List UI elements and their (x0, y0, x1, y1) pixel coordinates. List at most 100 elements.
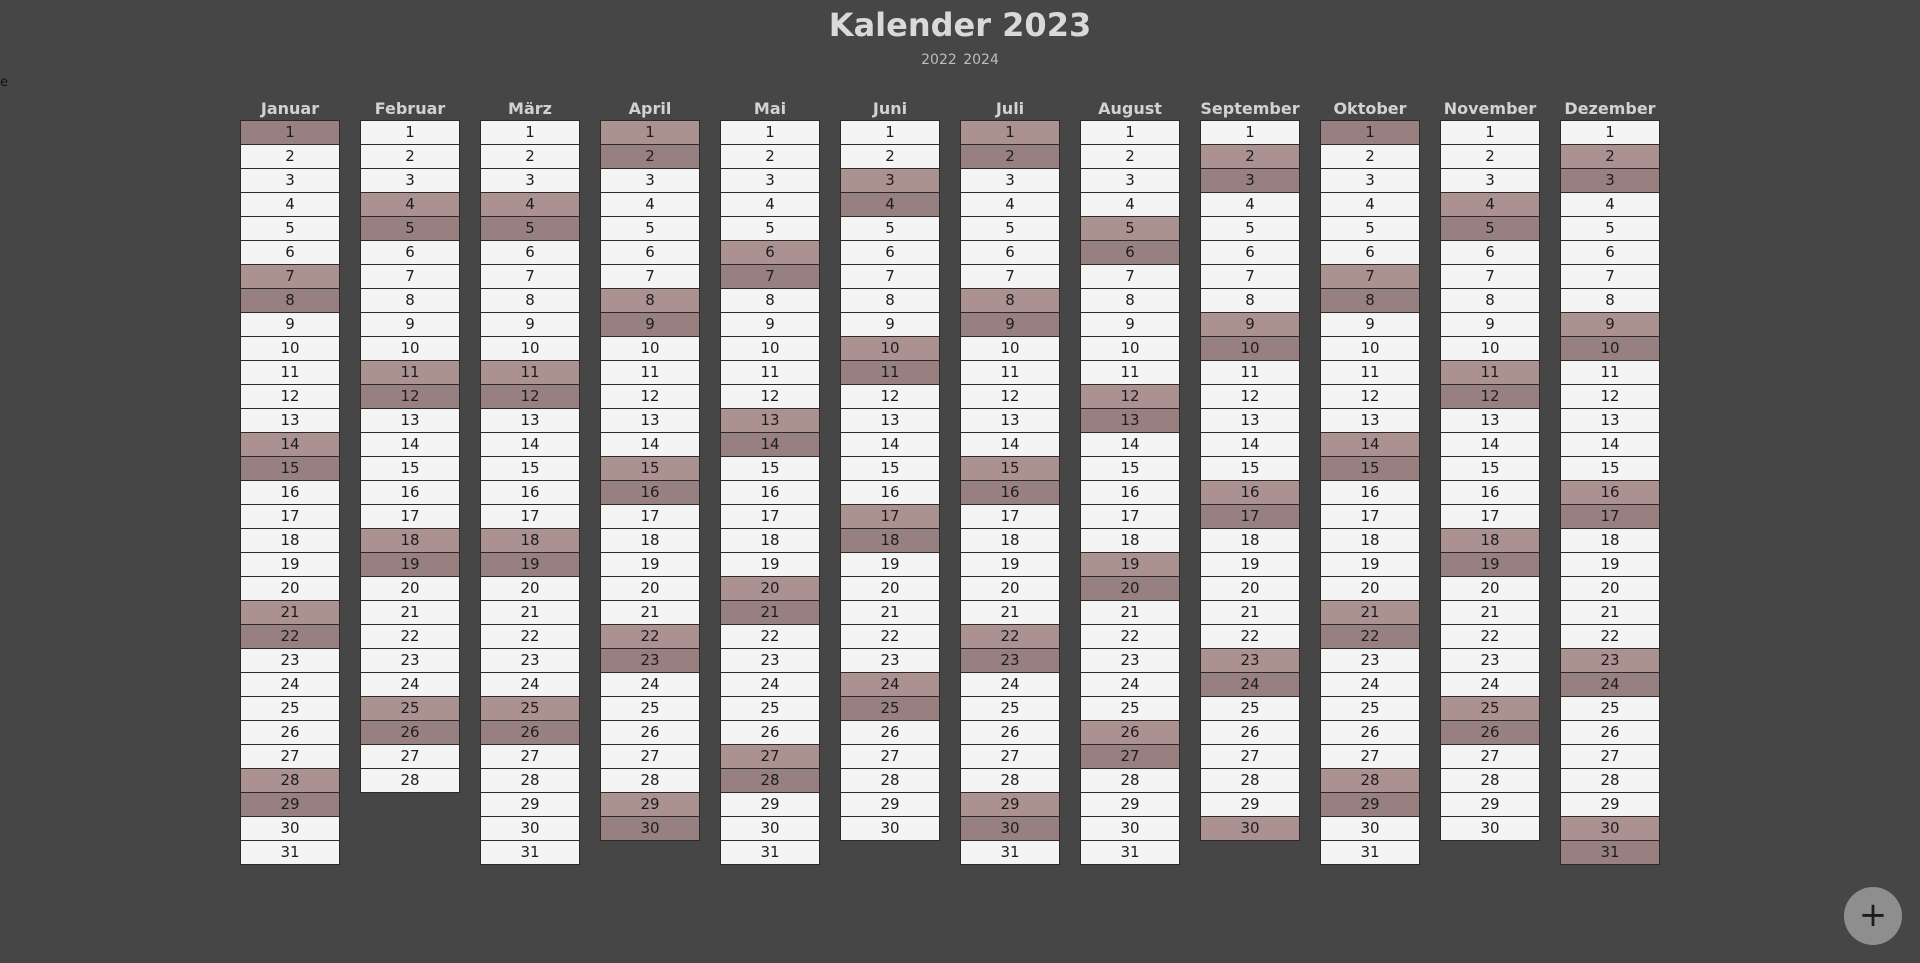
day-cell[interactable]: 2 (240, 145, 340, 169)
day-cell[interactable]: 4 (600, 193, 700, 217)
day-cell[interactable]: 22 (1440, 625, 1540, 649)
day-cell[interactable]: 25 (480, 697, 580, 721)
day-cell[interactable]: 9 (600, 313, 700, 337)
day-cell[interactable]: 23 (1080, 649, 1180, 673)
day-cell[interactable]: 21 (600, 601, 700, 625)
day-cell[interactable]: 8 (480, 289, 580, 313)
day-cell[interactable]: 19 (1320, 553, 1420, 577)
day-cell[interactable]: 31 (1560, 841, 1660, 865)
day-cell[interactable]: 18 (960, 529, 1060, 553)
day-cell[interactable]: 21 (720, 601, 820, 625)
day-cell[interactable]: 18 (1320, 529, 1420, 553)
day-cell[interactable]: 18 (600, 529, 700, 553)
day-cell[interactable]: 25 (240, 697, 340, 721)
day-cell[interactable]: 10 (1320, 337, 1420, 361)
day-cell[interactable]: 28 (600, 769, 700, 793)
day-cell[interactable]: 27 (1200, 745, 1300, 769)
day-cell[interactable]: 31 (720, 841, 820, 865)
day-cell[interactable]: 18 (1080, 529, 1180, 553)
day-cell[interactable]: 27 (1320, 745, 1420, 769)
day-cell[interactable]: 15 (840, 457, 940, 481)
day-cell[interactable]: 1 (720, 121, 820, 145)
day-cell[interactable]: 26 (960, 721, 1060, 745)
day-cell[interactable]: 20 (1560, 577, 1660, 601)
day-cell[interactable]: 21 (1200, 601, 1300, 625)
day-cell[interactable]: 24 (1080, 673, 1180, 697)
day-cell[interactable]: 11 (360, 361, 460, 385)
day-cell[interactable]: 25 (360, 697, 460, 721)
day-cell[interactable]: 1 (840, 121, 940, 145)
day-cell[interactable]: 18 (360, 529, 460, 553)
day-cell[interactable]: 19 (720, 553, 820, 577)
day-cell[interactable]: 4 (1440, 193, 1540, 217)
day-cell[interactable]: 6 (1440, 241, 1540, 265)
day-cell[interactable]: 21 (960, 601, 1060, 625)
day-cell[interactable]: 7 (600, 265, 700, 289)
day-cell[interactable]: 10 (960, 337, 1060, 361)
day-cell[interactable]: 21 (360, 601, 460, 625)
day-cell[interactable]: 11 (1320, 361, 1420, 385)
day-cell[interactable]: 5 (600, 217, 700, 241)
day-cell[interactable]: 8 (1560, 289, 1660, 313)
day-cell[interactable]: 15 (1080, 457, 1180, 481)
day-cell[interactable]: 7 (1440, 265, 1540, 289)
day-cell[interactable]: 22 (1320, 625, 1420, 649)
day-cell[interactable]: 28 (1080, 769, 1180, 793)
day-cell[interactable]: 27 (1440, 745, 1540, 769)
day-cell[interactable]: 18 (1440, 529, 1540, 553)
day-cell[interactable]: 9 (240, 313, 340, 337)
day-cell[interactable]: 26 (1440, 721, 1540, 745)
day-cell[interactable]: 27 (840, 745, 940, 769)
day-cell[interactable]: 14 (840, 433, 940, 457)
day-cell[interactable]: 13 (1080, 409, 1180, 433)
day-cell[interactable]: 3 (1320, 169, 1420, 193)
day-cell[interactable]: 23 (360, 649, 460, 673)
day-cell[interactable]: 7 (360, 265, 460, 289)
day-cell[interactable]: 8 (960, 289, 1060, 313)
day-cell[interactable]: 1 (1200, 121, 1300, 145)
day-cell[interactable]: 28 (960, 769, 1060, 793)
day-cell[interactable]: 29 (1320, 793, 1420, 817)
day-cell[interactable]: 25 (1440, 697, 1540, 721)
day-cell[interactable]: 15 (1440, 457, 1540, 481)
day-cell[interactable]: 23 (1320, 649, 1420, 673)
day-cell[interactable]: 16 (1200, 481, 1300, 505)
day-cell[interactable]: 25 (960, 697, 1060, 721)
day-cell[interactable]: 4 (480, 193, 580, 217)
day-cell[interactable]: 25 (1560, 697, 1660, 721)
day-cell[interactable]: 19 (960, 553, 1060, 577)
day-cell[interactable]: 2 (1560, 145, 1660, 169)
day-cell[interactable]: 2 (1200, 145, 1300, 169)
day-cell[interactable]: 23 (960, 649, 1060, 673)
day-cell[interactable]: 25 (1320, 697, 1420, 721)
day-cell[interactable]: 21 (840, 601, 940, 625)
day-cell[interactable]: 17 (960, 505, 1060, 529)
day-cell[interactable]: 5 (960, 217, 1060, 241)
day-cell[interactable]: 7 (480, 265, 580, 289)
day-cell[interactable]: 11 (1080, 361, 1180, 385)
day-cell[interactable]: 14 (1200, 433, 1300, 457)
day-cell[interactable]: 24 (1440, 673, 1540, 697)
day-cell[interactable]: 20 (480, 577, 580, 601)
day-cell[interactable]: 12 (1200, 385, 1300, 409)
day-cell[interactable]: 12 (1440, 385, 1540, 409)
day-cell[interactable]: 5 (360, 217, 460, 241)
day-cell[interactable]: 7 (720, 265, 820, 289)
day-cell[interactable]: 3 (720, 169, 820, 193)
day-cell[interactable]: 16 (360, 481, 460, 505)
day-cell[interactable]: 22 (600, 625, 700, 649)
day-cell[interactable]: 13 (960, 409, 1060, 433)
day-cell[interactable]: 24 (240, 673, 340, 697)
day-cell[interactable]: 14 (1080, 433, 1180, 457)
day-cell[interactable]: 8 (1200, 289, 1300, 313)
day-cell[interactable]: 21 (1440, 601, 1540, 625)
day-cell[interactable]: 21 (1320, 601, 1420, 625)
day-cell[interactable]: 6 (240, 241, 340, 265)
day-cell[interactable]: 28 (1320, 769, 1420, 793)
day-cell[interactable]: 28 (1200, 769, 1300, 793)
day-cell[interactable]: 24 (720, 673, 820, 697)
day-cell[interactable]: 15 (600, 457, 700, 481)
day-cell[interactable]: 8 (1440, 289, 1540, 313)
day-cell[interactable]: 4 (1080, 193, 1180, 217)
day-cell[interactable]: 19 (840, 553, 940, 577)
